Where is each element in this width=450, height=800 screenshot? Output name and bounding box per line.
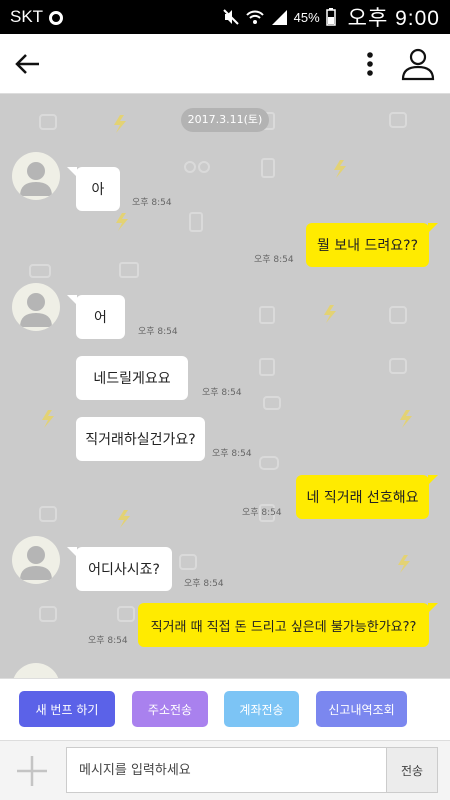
message-text: 네 직거래 선호해요 (306, 490, 419, 506)
message-timestamp: 오후 8:54 (242, 508, 282, 518)
send-account-button[interactable]: 계좌전송 (224, 691, 299, 727)
new-bunp-button[interactable]: 새 번프 하기 (19, 691, 115, 727)
app-bar (0, 34, 450, 94)
send-button[interactable]: 전송 (386, 747, 438, 793)
report-history-button[interactable]: 신고내역조회 (316, 691, 407, 727)
more-vertical-icon[interactable] (358, 48, 382, 80)
message-text: 직거래 때 직접 돈 드리고 싶은데 불가능한가요?? (150, 619, 417, 635)
date-divider: 2017.3.11(토) (181, 108, 269, 132)
message-bubble-outgoing[interactable]: 뭘 보내 드려요?? (306, 223, 438, 267)
signal-icon (271, 10, 287, 25)
message-timestamp: 오후 8:54 (88, 636, 128, 646)
arrow-left-icon[interactable] (12, 48, 44, 80)
message-bubble-incoming[interactable]: 어디사시죠? (67, 547, 172, 591)
carrier-logo-icon (49, 11, 64, 25)
default-avatar-icon (20, 546, 52, 580)
message-timestamp: 오후 8:54 (254, 255, 294, 265)
message-text: 아 (91, 182, 105, 198)
send-address-button[interactable]: 주소전송 (132, 691, 208, 727)
message-timestamp: 오후 8:54 (212, 449, 252, 459)
battery-level: 45% (293, 9, 320, 25)
message-text: 네드릴게요요 (93, 371, 171, 387)
carrier-label: SKT (10, 7, 44, 26)
avatar[interactable] (12, 283, 60, 331)
avatar[interactable] (12, 536, 60, 584)
plus-icon[interactable] (14, 753, 50, 789)
message-text: 뭘 보내 드려요?? (316, 238, 419, 254)
wifi-icon (245, 10, 264, 24)
default-avatar-icon (20, 162, 52, 196)
message-bubble-outgoing[interactable]: 네 직거래 선호해요 (296, 475, 438, 519)
status-right: 45% 오후 9:00 (222, 2, 440, 32)
message-text: 직거래하실건가요? (85, 432, 196, 448)
message-text: 어 (94, 310, 107, 326)
quick-action-bar: 새 번프 하기 주소전송 계좌전송 신고내역조회 (0, 678, 450, 740)
message-timestamp: 오후 8:54 (132, 198, 172, 208)
message-timestamp: 오후 8:54 (184, 579, 224, 589)
message-input[interactable] (66, 747, 386, 793)
message-bubble-incoming[interactable]: 직거래하실건가요? (76, 417, 205, 461)
status-bar: SKT 45% 오후 9:00 (0, 0, 450, 34)
battery-icon (325, 8, 336, 26)
mute-icon (222, 9, 239, 25)
message-timestamp: 오후 8:54 (138, 327, 178, 337)
message-bubble-incoming[interactable]: 네드릴게요요 (76, 356, 188, 400)
avatar[interactable] (12, 663, 60, 678)
message-input-bar: 전송 (0, 740, 450, 800)
avatar[interactable] (12, 152, 60, 200)
message-text: 어디사시죠? (88, 562, 160, 578)
default-avatar-icon (20, 293, 52, 327)
chat-area[interactable]: 2017.3.11(토) 아 오후 8:54 오후 8:54 뭘 보내 드려요?… (0, 95, 450, 678)
message-bubble-incoming[interactable]: 어 (67, 295, 125, 339)
message-timestamp: 오후 8:54 (202, 388, 242, 398)
person-outline-icon[interactable] (400, 46, 436, 82)
clock: 오후 9:00 (347, 7, 440, 30)
message-bubble-incoming[interactable]: 아 (67, 167, 120, 211)
message-bubble-outgoing[interactable]: 직거래 때 직접 돈 드리고 싶은데 불가능한가요?? (138, 603, 438, 647)
